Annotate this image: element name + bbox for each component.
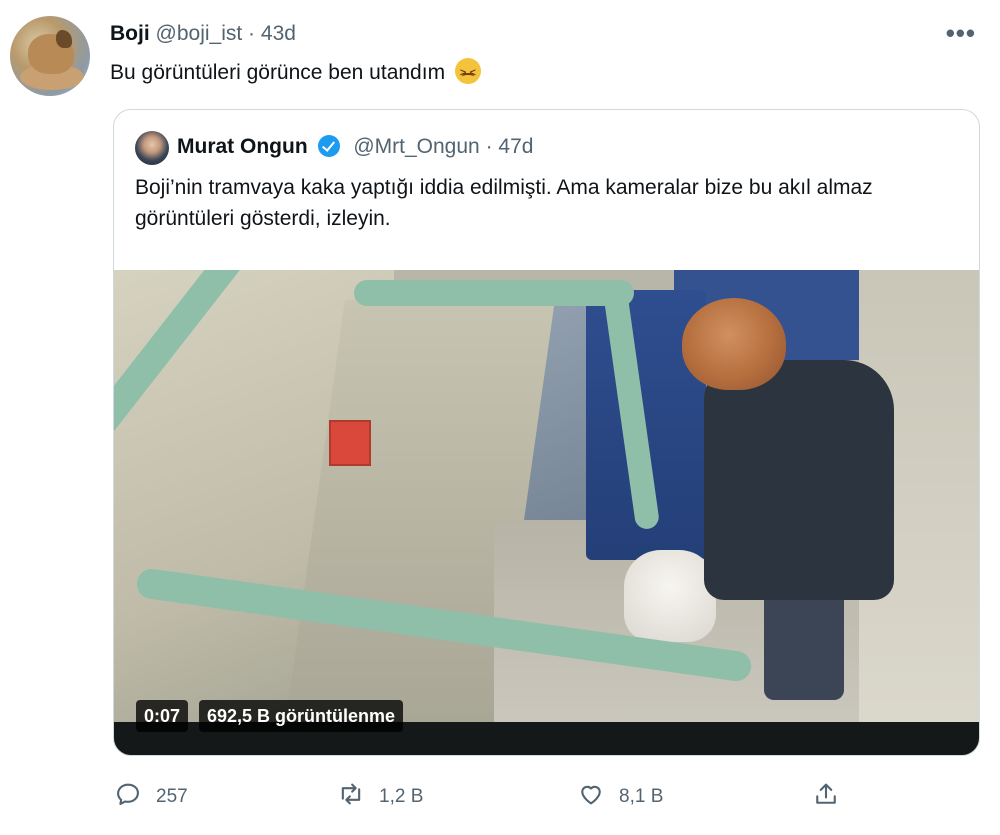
tweet-time[interactable]: 43d — [261, 22, 296, 45]
retweet-button[interactable]: 1,2 B — [337, 780, 423, 814]
quoted-author-avatar[interactable] — [135, 131, 169, 165]
quoted-tweet-text: Boji’nin tramvaya kaka yaptığı iddia edi… — [135, 176, 873, 230]
video-frame-person-body — [704, 360, 894, 600]
quoted-header-separator: · — [485, 135, 493, 158]
tweet-header: Boji @boji_ist · 43d — [110, 22, 296, 46]
tweet-text-content: Bu görüntüleri görünce ben utandım — [110, 61, 446, 84]
video-frame-emergency-button — [329, 420, 371, 466]
author-avatar[interactable] — [10, 16, 90, 96]
video-frame-rail — [354, 280, 634, 306]
quoted-author-handle[interactable]: @Mrt_Ongun — [353, 135, 479, 158]
quoted-author-name[interactable]: Murat Ongun — [177, 135, 308, 158]
retweet-count: 1,2 B — [379, 786, 424, 807]
author-handle[interactable]: @boji_ist — [156, 22, 243, 45]
reply-button[interactable]: 257 — [114, 780, 188, 814]
header-separator: · — [248, 22, 256, 45]
quoted-tweet-time[interactable]: 47d — [498, 135, 533, 158]
more-options-button[interactable]: ••• — [946, 18, 976, 49]
like-button[interactable]: 8,1 B — [577, 780, 663, 814]
tweet-actions: 257 1,2 B 8,1 B — [0, 780, 1000, 814]
author-name[interactable]: Boji — [110, 22, 150, 45]
reply-count: 257 — [156, 786, 188, 807]
tweet-text: Bu görüntüleri görünce ben utandım — [110, 58, 481, 87]
like-count: 8,1 B — [619, 786, 664, 807]
verified-badge-icon — [317, 135, 340, 157]
video-views-badge: 692,5 B görüntülenme — [199, 700, 404, 732]
retweet-icon — [337, 780, 365, 814]
video-player[interactable]: 0:07 692,5 B görüntülenme — [114, 270, 979, 755]
reply-icon — [114, 780, 142, 814]
quoted-tweet[interactable]: Murat Ongun @Mrt_Ongun · 47d Boji’nin tr… — [113, 109, 980, 756]
quoted-tweet-header: Murat Ongun @Mrt_Ongun · 47d — [177, 134, 533, 160]
video-frame-bag — [624, 550, 716, 642]
share-icon — [812, 780, 840, 814]
tired-face-emoji-icon — [454, 58, 481, 87]
share-button[interactable] — [812, 780, 840, 814]
video-frame-person-head — [682, 298, 786, 390]
heart-icon — [577, 780, 605, 814]
video-duration-badge: 0:07 — [136, 700, 189, 732]
